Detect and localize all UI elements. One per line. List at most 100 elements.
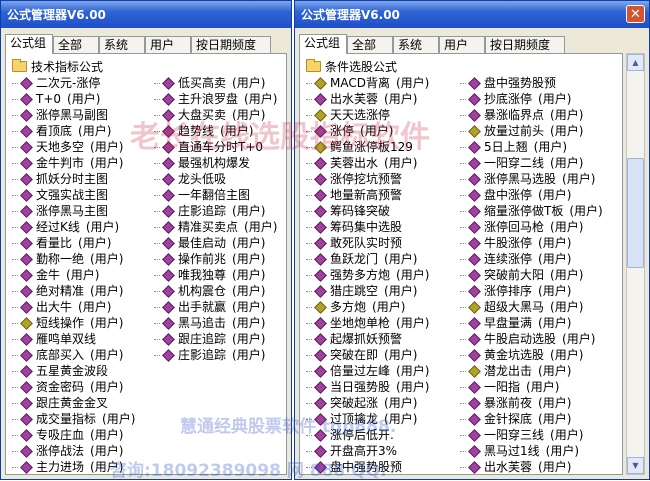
formula-item[interactable]: 涨停黑马选股 (用户) bbox=[460, 171, 603, 187]
formula-item[interactable]: 牛股启动选股 (用户) bbox=[460, 331, 603, 347]
formula-item[interactable]: 倍量过左峰 (用户) bbox=[306, 363, 429, 379]
tab-formula-group[interactable]: 公式组 bbox=[5, 34, 53, 54]
formula-item[interactable]: 天地多空 (用户) bbox=[12, 139, 135, 155]
formula-item[interactable]: 底部买入 (用户) bbox=[12, 347, 135, 363]
formula-item[interactable]: 最佳启动 (用户) bbox=[154, 235, 277, 251]
formula-item[interactable]: 主升浪罗盘 (用户) bbox=[154, 91, 277, 107]
formula-item[interactable]: 文强实战主图 bbox=[12, 187, 135, 203]
formula-item[interactable]: 二次元-涨停 bbox=[12, 75, 135, 91]
formula-item[interactable]: 雁鸣单双线 bbox=[12, 331, 135, 347]
formula-item[interactable]: 潜龙出击 (用户) bbox=[460, 363, 603, 379]
formula-item[interactable]: 多方炮 (用户) bbox=[306, 299, 429, 315]
formula-item[interactable]: 涨停挖坑预警 bbox=[306, 171, 429, 187]
formula-item[interactable]: 过顶擒龙 (用户) bbox=[306, 411, 429, 427]
formula-item[interactable]: 地量新高预警 bbox=[306, 187, 429, 203]
formula-item[interactable]: 筹码集中选股 bbox=[306, 219, 429, 235]
formula-item[interactable]: 牛股涨停 (用户) bbox=[460, 235, 603, 251]
formula-item[interactable]: 短线操作 (用户) bbox=[12, 315, 135, 331]
scroll-down-button[interactable]: ▼ bbox=[627, 457, 644, 474]
formula-item[interactable]: 出水芙蓉 (用户) bbox=[306, 91, 429, 107]
formula-item[interactable]: 突破在即 (用户) bbox=[306, 347, 429, 363]
formula-item[interactable]: 精准买卖点 (用户) bbox=[154, 219, 277, 235]
formula-item[interactable]: 突破前大阳 (用户) bbox=[460, 267, 603, 283]
formula-item[interactable]: 抓妖分时主图 bbox=[12, 171, 135, 187]
formula-item[interactable]: 筹码锋突破 bbox=[306, 203, 429, 219]
formula-item[interactable]: 盘中涨停 (用户) bbox=[460, 187, 603, 203]
tree-root-stock-selection-formulas[interactable]: 条件选股公式 bbox=[306, 58, 397, 74]
vertical-scrollbar[interactable]: ▲ ▼ bbox=[626, 53, 645, 475]
tab-by-date-frequency[interactable]: 按日期频度 bbox=[191, 36, 271, 53]
formula-item[interactable]: 连续涨停 (用户) bbox=[460, 251, 603, 267]
formula-item[interactable]: 成交量指标 (用户) bbox=[12, 411, 135, 427]
formula-item[interactable]: 最强机构爆发 bbox=[154, 155, 277, 171]
formula-item[interactable]: 操作前兆 (用户) bbox=[154, 251, 277, 267]
formula-item[interactable]: 起爆抓妖预警 bbox=[306, 331, 429, 347]
formula-item[interactable]: 敢死队实时预 bbox=[306, 235, 429, 251]
formula-item[interactable]: 涨停回马枪 (用户) bbox=[460, 219, 603, 235]
formula-item[interactable]: 涨停 (用户) bbox=[306, 123, 429, 139]
formula-item[interactable]: 天天选涨停 bbox=[306, 107, 429, 123]
tab-system[interactable]: 系统 bbox=[393, 36, 439, 53]
formula-item[interactable]: 庄影追踪 (用户) bbox=[154, 347, 277, 363]
formula-item[interactable]: 直通车分时T+0 bbox=[154, 139, 277, 155]
tab-user[interactable]: 用户 bbox=[439, 36, 485, 53]
formula-item[interactable]: 经过K线 (用户) bbox=[12, 219, 135, 235]
formula-item[interactable]: 早盘量满 (用户) bbox=[460, 315, 603, 331]
formula-item[interactable]: 鱼跃龙门 (用户) bbox=[306, 251, 429, 267]
formula-item[interactable]: 五星黄金波段 bbox=[12, 363, 135, 379]
tab-all[interactable]: 全部 bbox=[347, 36, 393, 53]
formula-item[interactable]: 当日强势股 (用户) bbox=[306, 379, 429, 395]
tab-all[interactable]: 全部 bbox=[53, 36, 99, 53]
formula-item[interactable]: 一阳穿三线 (用户) bbox=[460, 427, 603, 443]
formula-item[interactable]: 黄金坑选股 (用户) bbox=[460, 347, 603, 363]
formula-item[interactable]: 涨停黑马主图 bbox=[12, 203, 135, 219]
formula-item[interactable]: 强势多方炮 (用户) bbox=[306, 267, 429, 283]
formula-item[interactable]: 突破起涨 (用户) bbox=[306, 395, 429, 411]
formula-item[interactable]: 金牛 (用户) bbox=[12, 267, 135, 283]
tree-root-indicator-formulas[interactable]: 技术指标公式 bbox=[12, 58, 103, 74]
formula-item[interactable]: 看顶底 (用户) bbox=[12, 123, 135, 139]
formula-item[interactable]: 缩量涨停做T板 (用户) bbox=[460, 203, 603, 219]
formula-item[interactable]: 开盘高开3% bbox=[306, 443, 429, 459]
formula-item[interactable]: 趋势线 (用户) bbox=[154, 123, 277, 139]
formula-item[interactable]: 唯我独尊 (用户) bbox=[154, 267, 277, 283]
formula-item[interactable]: T+0 (用户) bbox=[12, 91, 135, 107]
formula-item[interactable]: 出水芙蓉 (用户) bbox=[460, 459, 603, 474]
formula-item[interactable]: 盘中强势股预 bbox=[460, 75, 603, 91]
formula-item[interactable]: 猎庄跳空 (用户) bbox=[306, 283, 429, 299]
tab-user[interactable]: 用户 bbox=[145, 36, 191, 53]
formula-item[interactable]: 主力进场 (用户) bbox=[12, 459, 135, 474]
formula-item[interactable]: 大盘买卖 (用户) bbox=[154, 107, 277, 123]
formula-item[interactable]: 庄影追踪 (用户) bbox=[154, 203, 277, 219]
formula-item[interactable]: 勤称一绝 (用户) bbox=[12, 251, 135, 267]
tab-by-date-frequency[interactable]: 按日期频度 bbox=[485, 36, 565, 53]
formula-item[interactable]: 一阳穿二线 (用户) bbox=[460, 155, 603, 171]
formula-item[interactable]: MACD背离 (用户) bbox=[306, 75, 429, 91]
formula-item[interactable]: 专吸庄血 (用户) bbox=[12, 427, 135, 443]
formula-item[interactable]: 涨停排序 (用户) bbox=[460, 283, 603, 299]
formula-item[interactable]: 龙头低吸 bbox=[154, 171, 277, 187]
formula-item[interactable]: 机构震仓 (用户) bbox=[154, 283, 277, 299]
formula-item[interactable]: 金针探底 (用户) bbox=[460, 411, 603, 427]
formula-item[interactable]: 芙蓉出水 (用户) bbox=[306, 155, 429, 171]
formula-item[interactable]: 绝对精准 (用户) bbox=[12, 283, 135, 299]
formula-item[interactable]: 5日上翘 (用户) bbox=[460, 139, 603, 155]
formula-item[interactable]: 跟庄追踪 (用户) bbox=[154, 331, 277, 347]
formula-item[interactable]: 鳄鱼涨停板129 bbox=[306, 139, 429, 155]
formula-item[interactable]: 一阳指 (用户) bbox=[460, 379, 603, 395]
formula-item[interactable]: 出大牛 (用户) bbox=[12, 299, 135, 315]
formula-item[interactable]: 抄底涨停 (用户) bbox=[460, 91, 603, 107]
formula-item[interactable]: 出手就赢 (用户) bbox=[154, 299, 277, 315]
formula-item[interactable]: 放量过前头 (用户) bbox=[460, 123, 603, 139]
formula-item[interactable]: 坐地炮单枪 (用户) bbox=[306, 315, 429, 331]
formula-item[interactable]: 涨停黑马副图 bbox=[12, 107, 135, 123]
formula-item[interactable]: 黑马追击 (用户) bbox=[154, 315, 277, 331]
formula-item[interactable]: 跟庄黄金金叉 bbox=[12, 395, 135, 411]
formula-item[interactable]: 一年翻倍主图 bbox=[154, 187, 277, 203]
formula-item[interactable]: 看量比 (用户) bbox=[12, 235, 135, 251]
formula-item[interactable]: 超级大黑马 (用户) bbox=[460, 299, 603, 315]
tab-formula-group[interactable]: 公式组 bbox=[299, 34, 347, 54]
scroll-thumb[interactable] bbox=[627, 158, 644, 268]
close-button[interactable]: ✕ bbox=[626, 5, 645, 23]
formula-item[interactable]: 暴涨临界点 (用户) bbox=[460, 107, 603, 123]
